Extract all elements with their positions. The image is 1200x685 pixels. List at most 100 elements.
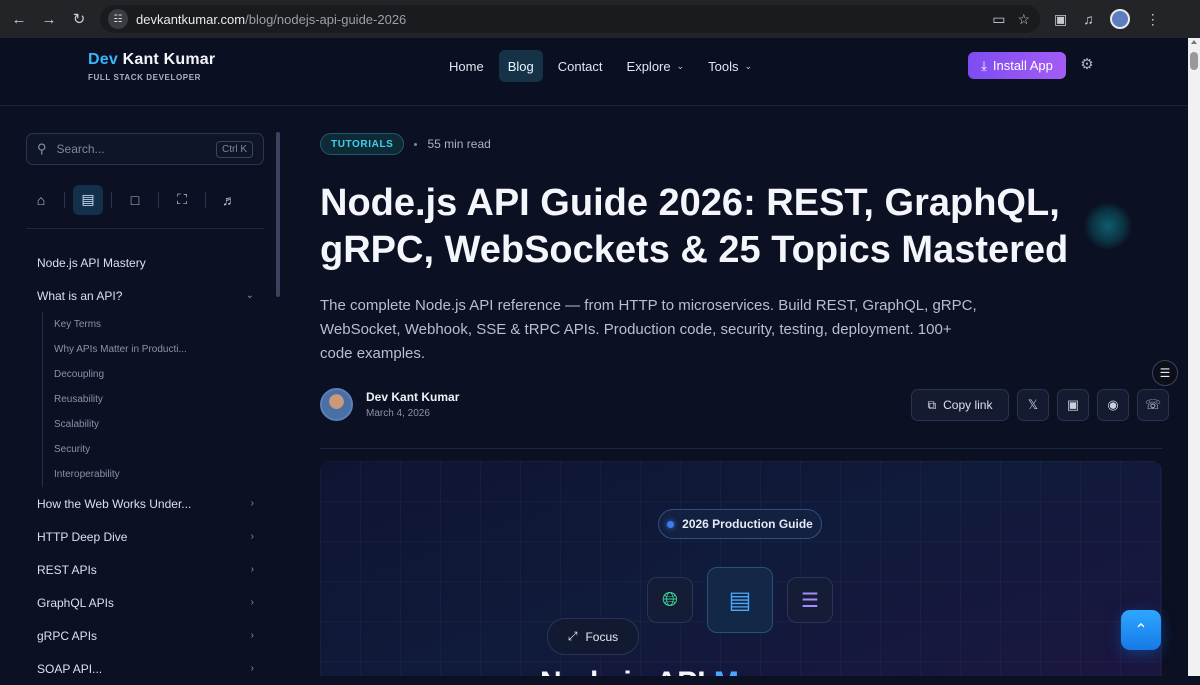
toc-sub-item[interactable]: Key Terms [43,312,264,337]
forward-arrow-icon[interactable]: → [34,4,64,34]
decorative-glow [1084,202,1132,250]
site-logo[interactable]: Dev Kant Kumar FULL STACK DEVELOPER [88,51,215,82]
focus-label: Focus [585,629,619,644]
toolbar-separator [158,191,159,208]
article-icon[interactable]: ▤ [73,184,103,215]
home-icon[interactable]: ⌂ [26,185,56,215]
hero-badge: 2026 Production Guide [658,509,822,539]
badge-dot [667,520,675,528]
fullscreen-icon[interactable]: ⛶ [167,185,197,215]
chevron-right-icon: › [250,663,254,674]
bookmark-icon[interactable]: □ [120,185,150,215]
main-nav: Home Blog Contact Explore ⌄ Tools ⌄ [440,50,761,82]
url-path: /blog/nodejs-api-guide-2026 [245,11,407,27]
sidebar-search[interactable]: ⚲ Ctrl K [26,133,264,165]
copy-link-label: Copy link [943,398,993,412]
whatsapp-icon[interactable]: ☏ [1137,389,1169,421]
toc-item-what-is-api[interactable]: What is an API? ⌄ [26,279,264,312]
toc-sub-item[interactable]: Scalability [43,412,264,437]
nav-explore[interactable]: Explore ⌄ [618,50,694,82]
search-input[interactable] [56,142,197,156]
article-main: TUTORIALS 55 min read Node.js API Guide … [320,106,1169,676]
toc-item-root[interactable]: Node.js API Mastery [26,246,264,279]
toc-toggle-button[interactable]: ☰ [1152,360,1178,386]
table-of-contents: Node.js API Mastery What is an API? ⌄ Key… [26,246,264,685]
reload-icon[interactable]: ↻ [64,4,94,34]
toc-item-label: SOAP API... [37,661,103,676]
copy-icon: ⧉ [927,397,937,412]
download-icon: ⤓ [981,57,987,73]
sidebar-toolbar: ⌂ ▤ □ ⛶ ♬ [26,183,264,216]
toc-item-section[interactable]: How the Web Works Under... › [26,487,264,520]
back-to-top-button[interactable]: ⌃ [1121,610,1161,650]
read-time: 55 min read [427,137,491,151]
author-name[interactable]: Dev Kant Kumar [366,390,459,404]
nav-home[interactable]: Home [440,50,493,82]
category-badge[interactable]: TUTORIALS [320,133,405,155]
reddit-icon[interactable]: ◉ [1097,389,1129,421]
toc-item-section[interactable]: GraphQL APIs › [26,586,264,619]
sidebar-scrollbar[interactable] [276,132,280,297]
menu-dots-icon[interactable]: ⋮ [1146,11,1160,28]
install-page-icon[interactable]: ▭ [992,11,1005,28]
gear-icon[interactable]: ⚙ [1078,55,1096,73]
chevron-down-icon: ⌄ [676,60,685,71]
nav-explore-label: Explore [626,58,671,74]
extensions-icon[interactable]: ▣ [1054,11,1067,28]
search-shortcut: Ctrl K [216,140,253,158]
toc-sub-item[interactable]: Reusability [43,387,264,412]
toolbar-separator [64,191,65,208]
nav-tools[interactable]: Tools ⌄ [699,50,761,82]
address-bar[interactable]: ☷ devkantkumar.com/blog/nodejs-api-guide… [100,5,1040,33]
media-control-icon[interactable]: ♫ [1083,11,1094,27]
copy-link-button[interactable]: ⧉ Copy link [911,389,1009,421]
share-row: ⧉ Copy link 𝕏 ▣ ◉ ☏ [911,389,1169,421]
expand-icon: ⤢ [567,629,578,643]
speaker-icon[interactable]: ♬ [214,185,244,215]
toc-item-section[interactable]: HTTP Deep Dive › [26,520,264,553]
server-icon: ▤ [707,567,773,633]
toc-item-section[interactable]: REST APIs › [26,553,264,586]
chevron-right-icon: › [250,498,254,509]
article-title: Node.js API Guide 2026: REST, GraphQL, g… [320,182,1069,271]
chevron-right-icon: › [250,564,254,575]
toc-sub-item[interactable]: Why APIs Matter in Producti... [43,337,264,362]
back-arrow-icon[interactable]: ← [4,4,34,34]
focus-mode-button[interactable]: ⤢ Focus [547,618,639,655]
search-icon: ⚲ [37,141,47,156]
toc-item-section[interactable]: gRPC APIs › [26,619,264,652]
article-subtitle: The complete Node.js API reference — fro… [320,297,977,362]
brand-first: Dev [88,51,118,68]
scrollbar-thumb[interactable] [1190,52,1198,70]
scroll-up-arrow[interactable] [1191,40,1197,44]
chevron-down-icon: ⌄ [245,290,254,301]
toc-item-label: How the Web Works Under... [37,496,192,511]
url-host: devkantkumar.com [136,11,246,27]
nav-contact[interactable]: Contact [549,50,612,82]
chevron-right-icon: › [250,531,254,542]
layers-icon: ☰ [787,577,833,623]
toc-item-label: REST APIs [37,562,97,577]
page-scrollbar[interactable] [1188,38,1200,676]
toc-sub-item[interactable]: Decoupling [43,362,264,387]
install-app-button[interactable]: ⤓ Install App [968,52,1066,79]
publish-date: March 4, 2026 [366,408,430,419]
globe-icon: 🌐︎ [647,577,693,623]
profile-avatar[interactable] [1109,9,1130,29]
brand-rest: Kant Kumar [117,51,216,68]
toc-item-section[interactable]: SOAP API... › [26,652,264,685]
install-app-label: Install App [992,58,1053,73]
toc-item-label: Node.js API Mastery [37,255,146,270]
avatar[interactable] [320,388,353,421]
linkedin-icon[interactable]: ▣ [1057,389,1089,421]
nav-blog[interactable]: Blog [498,50,543,82]
bookmark-star-icon[interactable]: ☆ [1017,11,1030,28]
toc-sub-item[interactable]: Security [43,437,264,462]
chevron-right-icon: › [250,597,254,608]
site-info-icon[interactable]: ☷ [108,9,128,29]
chevron-down-icon: ⌄ [744,60,753,71]
x-logo-icon[interactable]: 𝕏 [1017,389,1049,421]
chevron-right-icon: › [250,630,254,641]
toc-sub-item[interactable]: Interoperability [43,462,264,487]
article-meta: TUTORIALS 55 min read [320,133,491,155]
